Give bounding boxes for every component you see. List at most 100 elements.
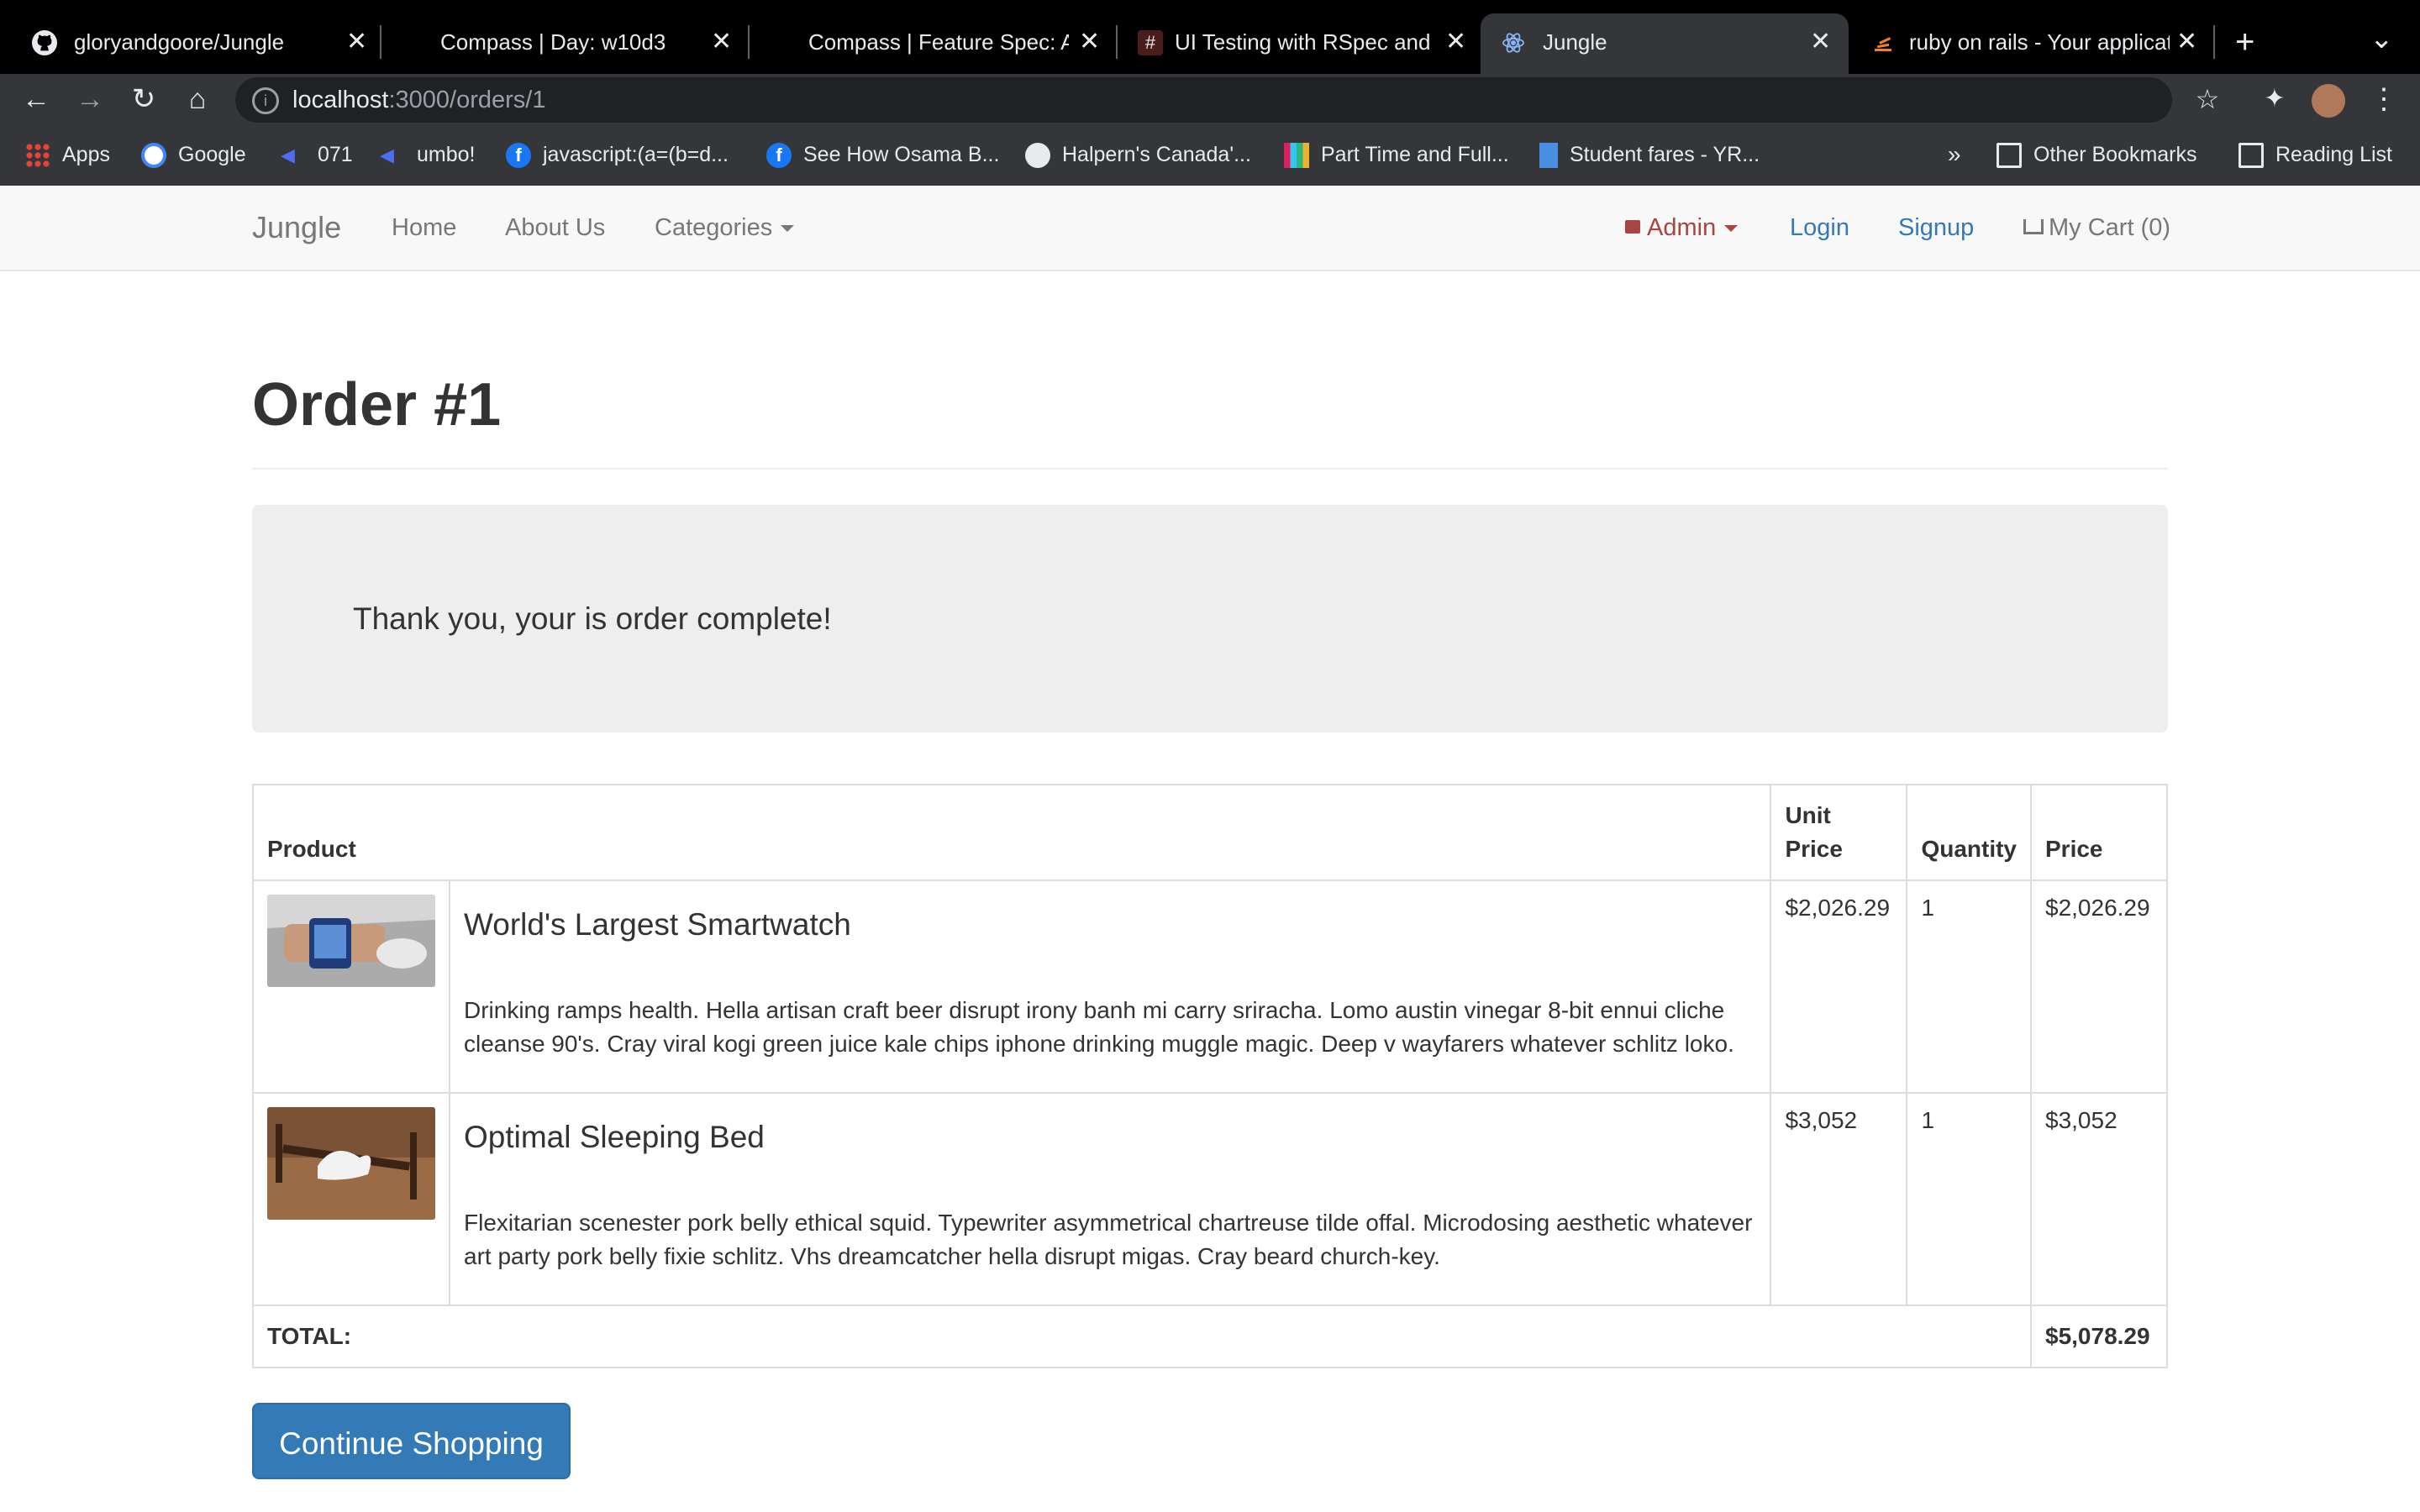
google-icon [141,143,166,169]
url-text[interactable]: localhost:3000/orders/1 [292,77,545,123]
header-unit-price: Unit Price [1770,784,1908,881]
continue-shopping-button[interactable]: Continue Shopping [252,1403,571,1479]
bookmark-label: javascript:(a=(b=d... [543,143,729,166]
product-image-cell [252,879,450,1094]
nav-categories-dropdown[interactable]: Categories [655,186,795,270]
bookmark-apps[interactable]: Apps [25,124,110,185]
bookmark-label: Reading List [2275,143,2392,166]
tab-title: UI Testing with RSpec and C [1175,29,1435,55]
tab-ruby-on-rails[interactable]: ruby on rails - Your applicat ✕ [1857,13,2210,74]
tab-compass-feature[interactable]: Compass | Feature Spec: A ✕ [753,13,1114,74]
bookmark-student-fares[interactable]: Student fares - YR... [1539,124,1760,185]
bookmark-osama[interactable]: f See How Osama B... [766,124,999,185]
info-icon[interactable]: i [252,87,279,114]
tab-separator [2213,25,2215,59]
product-name[interactable]: World's Largest Smartwatch [464,906,1756,943]
apps-grid-icon [25,143,50,169]
price-cell: $2,026.29 [2030,879,2168,1094]
extensions-icon[interactable]: ✦ [2254,74,2296,124]
github-icon [32,30,57,55]
nav-categories-label: Categories [655,214,773,241]
bookmark-umbo[interactable]: ◀ umbo! [380,124,475,185]
tab-separator [380,25,381,59]
header-quantity: Quantity [1906,784,2032,881]
other-bookmarks[interactable]: Other Bookmarks [1996,124,2197,185]
url-path: :3000/orders/1 [388,87,546,113]
header-product: Product [251,784,1772,881]
react-icon [1502,33,1524,53]
forward-icon[interactable]: → [69,74,111,124]
divider [252,468,2168,470]
close-icon[interactable]: ✕ [711,13,732,71]
nav-admin-dropdown[interactable]: Admin [1625,186,1739,270]
bed-image [267,1107,435,1220]
arrow-icon: ◀ [380,144,394,166]
bookmark-071[interactable]: ◀ 071 [281,124,353,185]
reading-list-icon [2238,143,2264,169]
more-bookmarks-icon[interactable]: » [1948,124,1961,185]
menu-icon[interactable]: ⋮ [2363,74,2405,124]
chevron-down-icon [1724,225,1739,233]
product-image-cell [252,1092,450,1306]
globe-icon [1025,143,1050,169]
folder-icon [1996,143,2022,169]
nav-about[interactable]: About Us [505,186,605,270]
nav-cart-label: My Cart (0) [2049,214,2170,241]
address-bar[interactable]: i localhost:3000/orders/1 [235,77,2172,123]
facebook-icon: f [506,143,531,169]
nav-admin-label: Admin [1647,214,1717,241]
product-description: Flexitarian scenester pork belly ethical… [464,1210,1753,1269]
tab-strip: gloryandgoore/Jungle ✕ Compass | Day: w1… [0,0,2420,74]
tab-ui-testing[interactable]: # UI Testing with RSpec and C ✕ [1121,13,1474,74]
tab-title: ruby on rails - Your applicat [1909,29,2170,55]
tab-title: gloryandgoore/Jungle [74,29,285,55]
nav-home[interactable]: Home [392,186,456,270]
star-icon[interactable]: ☆ [2186,74,2228,124]
back-icon[interactable]: ← [15,74,57,124]
order-complete-panel: Thank you, your is order complete! [252,505,2168,732]
bookmark-label: Apps [62,143,110,166]
bookmark-javascript[interactable]: f javascript:(a=(b=d... [506,124,729,185]
lock-icon [1625,220,1640,234]
reload-icon[interactable]: ↻ [123,74,165,124]
bookmark-part-time[interactable]: Part Time and Full... [1284,124,1509,185]
product-name[interactable]: Optimal Sleeping Bed [464,1119,1756,1156]
total-row: TOTAL: $5,078.29 [252,1305,2168,1368]
new-tab-icon[interactable]: + [2235,13,2269,74]
bookmark-label: Google [178,143,246,166]
bookmark-google[interactable]: Google [141,124,246,185]
quantity-cell: 1 [1906,879,2032,1094]
bookmark-label: umbo! [417,143,476,166]
nav-login[interactable]: Login [1790,186,1849,270]
close-icon[interactable]: ✕ [346,13,367,71]
browser-chrome: gloryandgoore/Jungle ✕ Compass | Day: w1… [0,0,2420,186]
home-icon[interactable]: ⌂ [176,74,218,124]
table-header-row: Product Unit Price Quantity Price [251,784,2168,881]
reading-list[interactable]: Reading List [2238,124,2392,185]
tab-title: Compass | Day: w10d3 [440,29,666,55]
tab-compass-day[interactable]: Compass | Day: w10d3 ✕ [385,13,746,74]
product-info-cell: World's Largest Smartwatch Drinking ramp… [448,879,1772,1094]
slack-icon [1284,143,1309,169]
close-icon[interactable]: ✕ [1810,13,1831,71]
profile-avatar[interactable] [2307,74,2349,124]
site-navbar: Jungle Home About Us Categories Admin Lo… [0,186,2420,271]
facebook-icon: f [766,143,792,169]
close-icon[interactable]: ✕ [1079,13,1100,71]
bookmark-label: Halpern's Canada'... [1062,143,1251,166]
tab-github[interactable]: gloryandgoore/Jungle ✕ [13,13,375,74]
price-cell: $3,052 [2030,1092,2168,1306]
nav-cart[interactable]: My Cart (0) [2023,186,2170,270]
total-value: $5,078.29 [2030,1305,2168,1368]
bookmarks-bar: Apps Google ◀ 071 ◀ umbo! f javascript:(a=(… [0,124,2420,186]
bookmark-halpern[interactable]: Halpern's Canada'... [1025,124,1251,185]
brand-link[interactable]: Jungle [252,186,341,270]
close-icon[interactable]: ✕ [2176,13,2197,71]
nav-signup[interactable]: Signup [1898,186,1974,270]
unit-price-cell: $3,052 [1770,1092,1908,1306]
tab-jungle-active[interactable]: Jungle ✕ [1481,13,1849,74]
close-icon[interactable]: ✕ [1445,13,1466,71]
arrow-icon: ◀ [281,144,295,166]
product-description: Drinking ramps health. Hella artisan cra… [464,997,1734,1057]
tab-menu-icon[interactable]: ⌄ [2370,13,2403,74]
